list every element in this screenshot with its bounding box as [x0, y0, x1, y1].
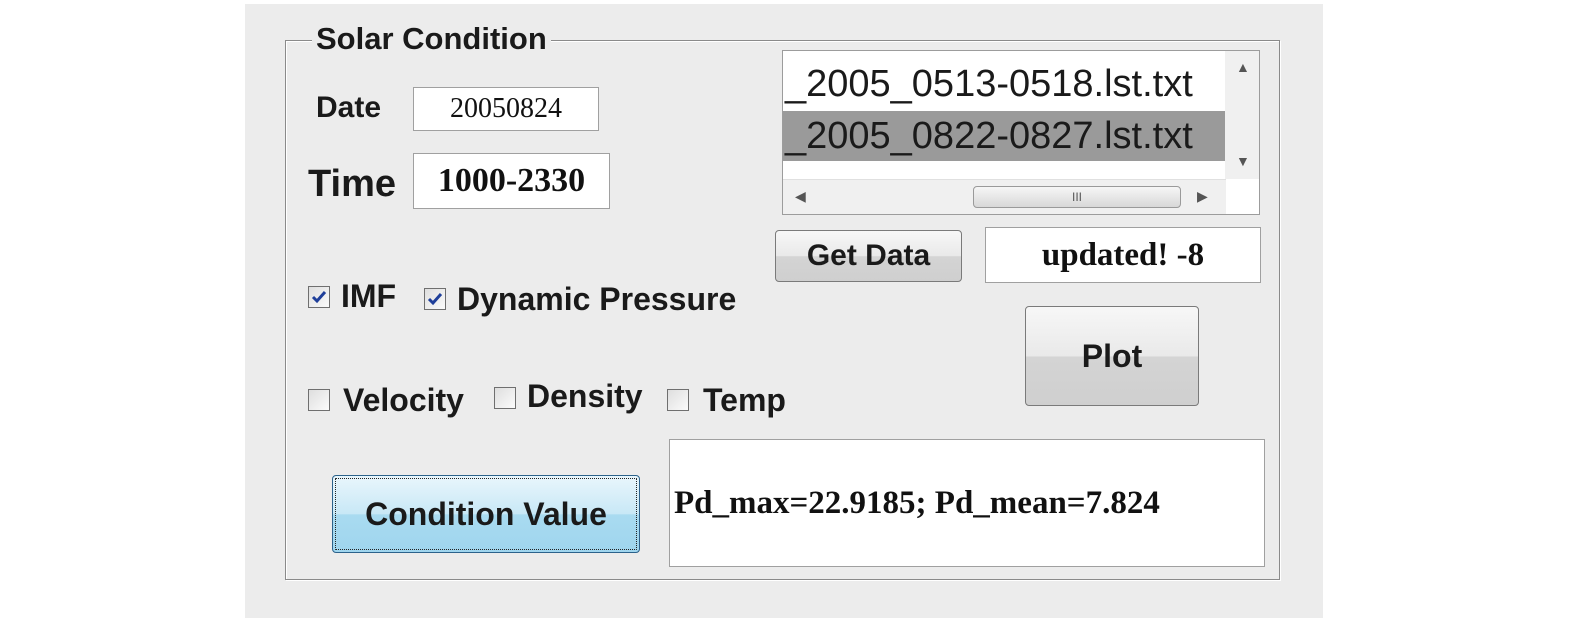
velocity-label: Velocity	[343, 382, 464, 418]
time-field[interactable]: 1000-2330	[413, 153, 610, 209]
time-label: Time	[308, 163, 397, 205]
temp-checkbox[interactable]	[667, 389, 689, 411]
check-icon	[311, 291, 327, 304]
imf-checkbox[interactable]	[308, 286, 330, 308]
dynamic-pressure-checkbox[interactable]	[424, 288, 446, 310]
temp-label: Temp	[703, 382, 786, 418]
get-data-button[interactable]: Get Data	[775, 230, 962, 282]
app-window: Solar Condition Date 20050824 Time 1000-…	[245, 4, 1323, 618]
scroll-up-icon[interactable]: ▲	[1236, 59, 1250, 75]
scroll-left-icon[interactable]: ◀	[795, 188, 806, 205]
scroll-thumb[interactable]: III	[973, 186, 1181, 208]
horizontal-scrollbar[interactable]: ◀ III ▶	[783, 179, 1226, 214]
condition-value-button[interactable]: Condition Value	[332, 475, 640, 553]
imf-label: IMF	[341, 278, 397, 314]
condition-output: Pd_max=22.9185; Pd_mean=7.824	[669, 439, 1265, 567]
vertical-scrollbar[interactable]: ▲ ▼	[1225, 51, 1259, 179]
velocity-checkbox[interactable]	[308, 389, 330, 411]
panel-title: Solar Condition	[312, 21, 551, 57]
date-label: Date	[316, 91, 382, 124]
dynamic-pressure-label: Dynamic Pressure	[457, 281, 737, 317]
file-listbox[interactable]: _2005_0513-0518.lst.txt _2005_0822-0827.…	[782, 50, 1260, 215]
date-field[interactable]: 20050824	[413, 87, 599, 131]
plot-button[interactable]: Plot	[1025, 306, 1199, 406]
list-item-selected[interactable]: _2005_0822-0827.lst.txt	[783, 111, 1225, 161]
solar-condition-panel: Solar Condition Date 20050824 Time 1000-…	[285, 21, 1280, 580]
scroll-down-icon[interactable]: ▼	[1236, 153, 1250, 169]
density-label: Density	[527, 378, 643, 414]
scroll-right-icon[interactable]: ▶	[1197, 188, 1208, 205]
density-checkbox[interactable]	[494, 387, 516, 409]
status-field: updated! -8	[985, 227, 1261, 283]
check-icon	[427, 293, 443, 306]
list-item[interactable]: _2005_0513-0518.lst.txt	[783, 59, 1225, 109]
